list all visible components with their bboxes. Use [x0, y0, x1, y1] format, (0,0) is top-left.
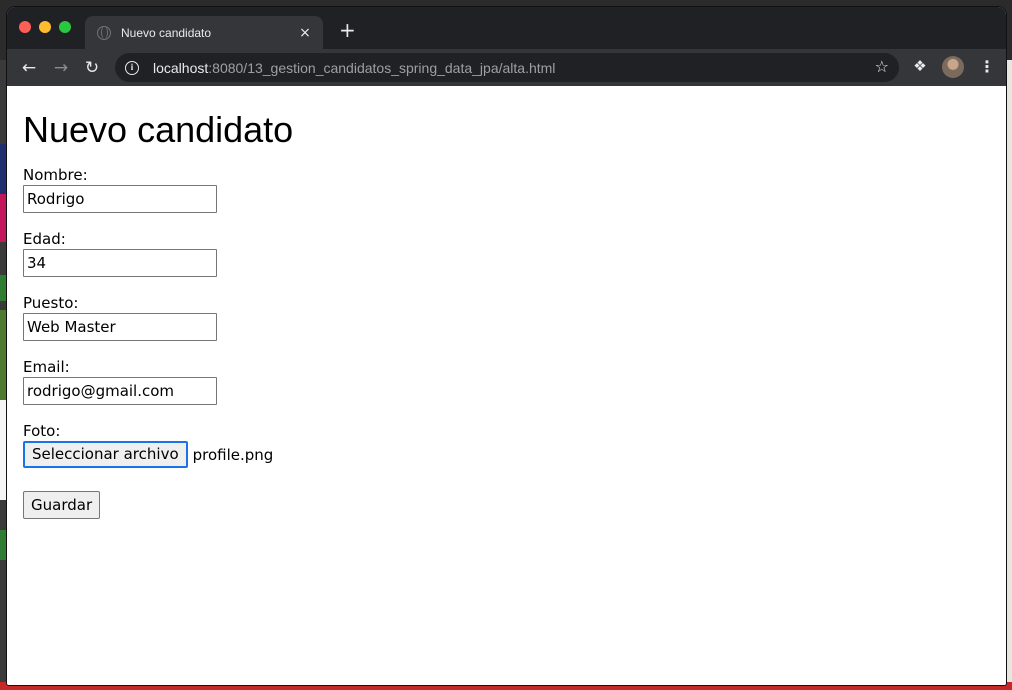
arrow-right-icon[interactable]: →	[50, 57, 72, 79]
email-label: Email:	[23, 358, 70, 376]
email-input[interactable]	[23, 377, 217, 405]
tab-title: Nuevo candidato	[121, 25, 212, 40]
reload-icon[interactable]: ↻	[81, 57, 103, 79]
file-picker: Seleccionar archivo profile.png	[23, 441, 990, 468]
globe-icon	[97, 25, 111, 40]
browser-window: Nuevo candidato × + ← → ↻ i localhost:80…	[7, 7, 1006, 685]
nombre-input[interactable]	[23, 185, 217, 213]
info-icon[interactable]: i	[125, 60, 139, 75]
browser-toolbar: ← → ↻ i localhost:8080/13_gestion_candid…	[7, 49, 1006, 86]
choose-file-button[interactable]: Seleccionar archivo	[23, 441, 188, 468]
field-puesto: Puesto:	[23, 294, 990, 341]
address-bar[interactable]: i localhost:8080/13_gestion_candidatos_s…	[115, 53, 899, 82]
zoom-window-button[interactable]	[59, 21, 71, 33]
puesto-label: Puesto:	[23, 294, 79, 312]
avatar[interactable]	[942, 56, 964, 78]
star-icon[interactable]: ☆	[875, 57, 889, 76]
field-nombre: Nombre:	[23, 166, 990, 213]
minimize-window-button[interactable]	[39, 21, 51, 33]
puzzle-icon[interactable]: ❖	[911, 57, 929, 75]
kebab-menu-icon[interactable]: ⋮	[979, 57, 995, 76]
url-path: :8080/13_gestion_candidatos_spring_data_…	[208, 59, 556, 76]
edad-input[interactable]	[23, 249, 217, 277]
candidate-form: Nombre: Edad: Puesto: Email: Foto: Selec…	[23, 166, 990, 519]
new-tab-button[interactable]: +	[339, 20, 356, 40]
desktop-background-right	[1006, 60, 1012, 690]
save-button[interactable]: Guardar	[23, 491, 101, 519]
page-content: Nuevo candidato Nombre: Edad: Puesto: Em…	[7, 86, 1006, 685]
puesto-input[interactable]	[23, 313, 217, 341]
selected-file-name: profile.png	[192, 445, 274, 464]
field-email: Email:	[23, 358, 990, 405]
foto-label: Foto:	[23, 422, 61, 440]
close-window-button[interactable]	[19, 21, 31, 33]
field-foto: Foto: Seleccionar archivo profile.png	[23, 422, 990, 468]
page-title: Nuevo candidato	[23, 109, 294, 150]
url-host: localhost	[153, 59, 209, 76]
tab-bar: Nuevo candidato × +	[7, 7, 1006, 49]
arrow-left-icon[interactable]: ←	[18, 57, 40, 79]
tab-close-icon[interactable]: ×	[297, 25, 313, 41]
url-text: localhost:8080/13_gestion_candidatos_spr…	[153, 60, 555, 76]
tab-nuevo-candidato[interactable]: Nuevo candidato ×	[85, 16, 323, 49]
field-edad: Edad:	[23, 230, 990, 277]
edad-label: Edad:	[23, 230, 66, 248]
nombre-label: Nombre:	[23, 166, 88, 184]
